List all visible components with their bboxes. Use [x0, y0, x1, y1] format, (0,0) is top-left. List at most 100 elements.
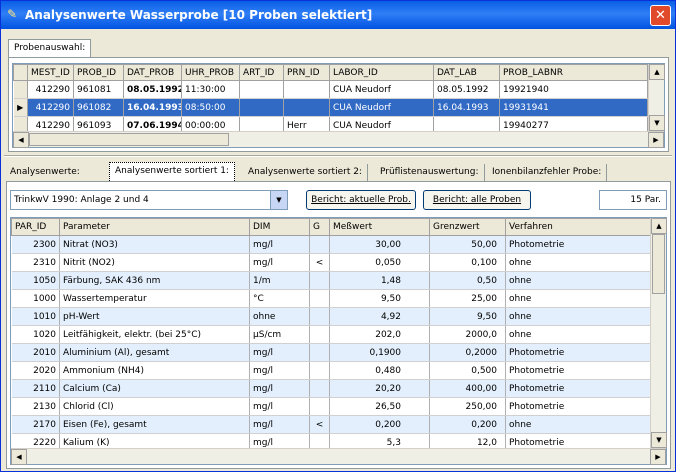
col-header[interactable]: PAR_ID: [11, 218, 60, 236]
cell-verfahren[interactable]: Photometrie: [505, 397, 651, 416]
cell-grenzwert[interactable]: 0,100: [429, 253, 506, 272]
vscroll-thumb[interactable]: [652, 234, 665, 294]
cell-par-id[interactable]: 2300: [11, 235, 60, 254]
cell-par-id[interactable]: 2020: [11, 361, 60, 380]
scroll-right-arrow-icon[interactable]: ▶: [650, 449, 666, 465]
cell-prob-id[interactable]: 961081: [73, 80, 124, 99]
cell-g[interactable]: [309, 343, 330, 362]
cell-messwert[interactable]: 1,48: [329, 271, 430, 290]
cell-par-id[interactable]: 2310: [11, 253, 60, 272]
cell-messwert[interactable]: 0,200: [329, 415, 430, 434]
cell-uhr-prob[interactable]: 11:30:00: [181, 80, 240, 99]
cell-parameter[interactable]: Leitfähigkeit, elektr. (bei 25°C): [59, 325, 250, 344]
cell-messwert[interactable]: 202,0: [329, 325, 430, 344]
col-header[interactable]: PROB_LABNR: [499, 64, 648, 81]
cell-dim[interactable]: mg/l: [249, 415, 310, 434]
col-header[interactable]: Grenzwert: [429, 218, 506, 236]
cell-verfahren[interactable]: ohne: [505, 271, 651, 290]
cell-dat-lab[interactable]: 16.04.1993: [433, 98, 500, 117]
cell-messwert[interactable]: 30,00: [329, 235, 430, 254]
table-row[interactable]: 1020 Leitfähigkeit, elektr. (bei 25°C) µS/…: [11, 325, 651, 344]
cell-g[interactable]: [309, 235, 330, 254]
cell-grenzwert[interactable]: 50,00: [429, 235, 506, 254]
cell-parameter[interactable]: Calcium (Ca): [59, 379, 250, 398]
cell-dim[interactable]: °C: [249, 289, 310, 308]
col-header[interactable]: DAT_PROB: [123, 64, 182, 81]
table-row[interactable]: 412290 961081 08.05.1992 11:30:00 CUA Ne…: [13, 80, 648, 99]
scroll-left-arrow-icon[interactable]: ◀: [11, 449, 27, 465]
cell-prn-id[interactable]: [283, 80, 330, 99]
cell-g[interactable]: <: [309, 415, 330, 434]
scroll-up-arrow-icon[interactable]: ▲: [651, 218, 667, 234]
col-header[interactable]: MEST_ID: [27, 64, 74, 81]
table-row-selected[interactable]: ▶ 412290 961082 16.04.1993 08:50:00 CUA …: [13, 98, 648, 117]
cell-verfahren[interactable]: ohne: [505, 325, 651, 344]
cell-verfahren[interactable]: Photometrie: [505, 361, 651, 380]
col-header[interactable]: UHR_PROB: [181, 64, 240, 81]
cell-messwert[interactable]: 0,050: [329, 253, 430, 272]
cell-g[interactable]: [309, 271, 330, 290]
tab-ionenbilanz[interactable]: Ionenbilanzfehler Probe:: [487, 164, 608, 181]
hscroll-thumb[interactable]: [29, 133, 229, 146]
col-header[interactable]: Verfahren: [505, 218, 651, 236]
cell-grenzwert[interactable]: 0,50: [429, 271, 506, 290]
close-button[interactable]: ✕: [650, 5, 671, 26]
cell-parameter[interactable]: Nitrat (NO3): [59, 235, 250, 254]
table-row[interactable]: 2010 Aluminium (Al), gesamt mg/l 0,1900 0,20…: [11, 343, 651, 362]
cell-grenzwert[interactable]: 2000,0: [429, 325, 506, 344]
cell-dat-prob[interactable]: 16.04.1993: [123, 98, 182, 117]
samples-grid[interactable]: MEST_ID PROB_ID DAT_PROB UHR_PROB ART_ID…: [12, 63, 665, 148]
table-row[interactable]: 1010 pH-Wert ohne 4,92 9,50 ohne: [11, 307, 651, 326]
cell-dat-prob[interactable]: 08.05.1992: [123, 80, 182, 99]
scroll-right-arrow-icon[interactable]: ▶: [648, 132, 664, 148]
cell-messwert[interactable]: 0,480: [329, 361, 430, 380]
table-row[interactable]: 2130 Chlorid (Cl) mg/l 26,50 250,00 Photometr…: [11, 397, 651, 416]
cell-par-id[interactable]: 1050: [11, 271, 60, 290]
col-header[interactable]: ART_ID: [239, 64, 284, 81]
cell-g[interactable]: [309, 361, 330, 380]
tab-sorted-1[interactable]: Analysenwerte sortiert 1:: [109, 162, 235, 181]
col-header[interactable]: Meßwert: [329, 218, 430, 236]
cell-dat-lab[interactable]: 08.05.1992: [433, 80, 500, 99]
cell-g[interactable]: [309, 307, 330, 326]
cell-verfahren[interactable]: ohne: [505, 307, 651, 326]
cell-par-id[interactable]: 1020: [11, 325, 60, 344]
cell-prob-labnr[interactable]: 19931941: [499, 98, 648, 117]
cell-par-id[interactable]: 2130: [11, 397, 60, 416]
title-bar[interactable]: ✎ Analysenwerte Wasserprobe [10 Proben s…: [1, 1, 675, 29]
cell-par-id[interactable]: 2110: [11, 379, 60, 398]
cell-verfahren[interactable]: ohne: [505, 253, 651, 272]
cell-labor-id[interactable]: CUA Neudorf: [329, 98, 434, 117]
cell-messwert[interactable]: 26,50: [329, 397, 430, 416]
cell-labor-id[interactable]: CUA Neudorf: [329, 80, 434, 99]
cell-dim[interactable]: ohne: [249, 307, 310, 326]
table-row[interactable]: 2310 Nitrit (NO2) mg/l <0,050 0,100 ohne: [11, 253, 651, 272]
chevron-down-icon[interactable]: ▼: [270, 191, 287, 209]
cell-parameter[interactable]: Aluminium (Al), gesamt: [59, 343, 250, 362]
cell-par-id[interactable]: 2010: [11, 343, 60, 362]
cell-verfahren[interactable]: Photometrie: [505, 379, 651, 398]
cell-dim[interactable]: 1/m: [249, 271, 310, 290]
norm-select[interactable]: TrinkwV 1990: Anlage 2 und 4 ▼: [10, 190, 288, 210]
cell-messwert[interactable]: 0,1900: [329, 343, 430, 362]
cell-parameter[interactable]: Chlorid (Cl): [59, 397, 250, 416]
scroll-up-arrow-icon[interactable]: ▲: [649, 64, 665, 80]
splitter[interactable]: [4, 155, 672, 157]
cell-g[interactable]: [309, 289, 330, 308]
cell-grenzwert[interactable]: 400,00: [429, 379, 506, 398]
values-vscrollbar[interactable]: ▲ ▼: [650, 218, 667, 448]
cell-verfahren[interactable]: ohne: [505, 415, 651, 434]
cell-g[interactable]: [309, 379, 330, 398]
cell-dim[interactable]: mg/l: [249, 361, 310, 380]
col-header[interactable]: LABOR_ID: [329, 64, 434, 81]
col-header[interactable]: Parameter: [59, 218, 250, 236]
cell-dim[interactable]: mg/l: [249, 343, 310, 362]
cell-parameter[interactable]: pH-Wert: [59, 307, 250, 326]
tab-sorted-2[interactable]: Analysenwerte sortiert 2:: [243, 164, 368, 181]
cell-parameter[interactable]: Eisen (Fe), gesamt: [59, 415, 250, 434]
cell-grenzwert[interactable]: 0,2000: [429, 343, 506, 362]
cell-dim[interactable]: µS/cm: [249, 325, 310, 344]
scroll-left-arrow-icon[interactable]: ◀: [13, 132, 29, 148]
table-row[interactable]: 2020 Ammonium (NH4) mg/l 0,480 0,500 Photomet…: [11, 361, 651, 380]
cell-art-id[interactable]: [239, 98, 284, 117]
